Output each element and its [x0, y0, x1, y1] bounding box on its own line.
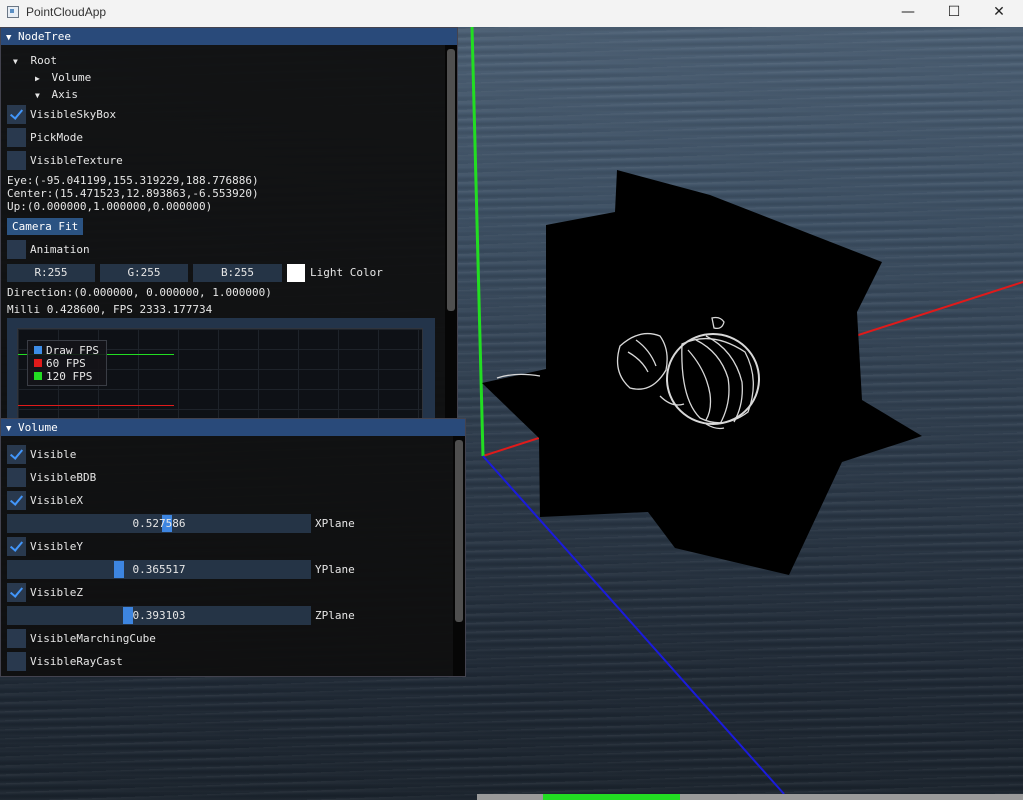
volume-slice-shape	[482, 170, 922, 575]
volume-titlebar[interactable]: ▼ Volume	[1, 419, 465, 436]
tree-node-root[interactable]: ▼ Root	[13, 52, 57, 70]
tree-node-label: Volume	[51, 71, 92, 84]
slider-value: 0.393103	[132, 609, 186, 622]
visible-y-checkbox[interactable]	[7, 537, 26, 556]
nodetree-scrollbar[interactable]	[445, 45, 457, 426]
tree-node-volume[interactable]: ▶ Volume	[35, 69, 91, 87]
legend-item: 60 FPS	[34, 357, 86, 370]
checkbox-label: PickMode	[30, 131, 83, 144]
nodetree-window[interactable]: ▼ NodeTree ▼ Root ▶ Volume ▼ Axis Visible…	[0, 27, 458, 427]
slider-value: 0.365517	[132, 563, 186, 576]
expand-arrow-icon: ▼	[13, 57, 18, 66]
checkbox-label: VisibleX	[30, 494, 83, 507]
checkbox-label: VisibleMarchingCube	[30, 632, 156, 645]
tree-node-label: Axis	[51, 88, 78, 101]
legend-item: 120 FPS	[34, 370, 92, 383]
camera-fit-button[interactable]: Camera Fit	[7, 218, 84, 235]
yplane-slider[interactable]: 0.365517	[7, 560, 311, 579]
tree-node-axis[interactable]: ▼ Axis	[35, 86, 78, 104]
eye-readout: Eye:(-95.041199,155.319229,188.776886)	[7, 174, 259, 187]
plot-legend: Draw FPS 60 FPS 120 FPS	[27, 340, 107, 386]
zplane-slider[interactable]: 0.393103	[7, 606, 311, 625]
nodetree-title: NodeTree	[18, 30, 71, 43]
visible-texture-checkbox[interactable]	[7, 151, 26, 170]
checkbox-label: VisibleBDB	[30, 471, 97, 484]
checkbox-label: VisibleTexture	[30, 154, 123, 167]
zplane-label: ZPlane	[315, 609, 355, 622]
taskbar-item	[680, 794, 1023, 800]
maximize-button[interactable]: ☐	[931, 0, 977, 26]
light-g-field[interactable]: G:255	[100, 264, 188, 282]
y-axis-line	[470, 27, 485, 457]
nodetree-titlebar[interactable]: ▼ NodeTree	[1, 28, 457, 45]
checkbox-label: VisibleRayCast	[30, 655, 123, 668]
yplane-label: YPlane	[315, 563, 355, 576]
taskbar-item	[477, 794, 543, 800]
legend-item: Draw FPS	[34, 344, 99, 357]
window-title: PointCloudApp	[26, 5, 107, 19]
checkbox-label: Visible	[30, 448, 77, 461]
volume-window[interactable]: ▼ Volume Visible VisibleBDB VisibleX 0.52…	[0, 418, 466, 677]
checkbox-label: VisibleZ	[30, 586, 83, 599]
checkbox-label: VisibleY	[30, 540, 83, 553]
volume-scrollbar[interactable]	[453, 436, 465, 676]
visible-bdb-checkbox[interactable]	[7, 468, 26, 487]
expand-arrow-icon: ▼	[35, 91, 40, 100]
app-icon	[7, 6, 19, 18]
line-60fps	[18, 405, 174, 406]
light-b-field[interactable]: B:255	[193, 264, 282, 282]
checkbox-label: VisibleSkyBox	[30, 108, 117, 121]
visible-raycast-checkbox[interactable]	[7, 652, 26, 671]
fps-plot[interactable]: Draw FPS 60 FPS 120 FPS	[7, 318, 435, 423]
slider-value: 0.527586	[132, 517, 186, 530]
tree-node-label: Root	[30, 54, 57, 67]
center-readout: Center:(15.471523,12.893863,-6.553920)	[7, 187, 259, 200]
light-color-swatch[interactable]	[287, 264, 305, 282]
direction-readout: Direction:(0.000000, 0.000000, 1.000000)	[7, 286, 272, 299]
visible-x-checkbox[interactable]	[7, 491, 26, 510]
visible-z-checkbox[interactable]	[7, 583, 26, 602]
window-titlebar[interactable]: PointCloudApp — ☐ ✕	[0, 0, 1023, 28]
collapse-arrow-icon[interactable]: ▼	[6, 30, 18, 47]
light-color-label: Light Color	[310, 266, 383, 279]
pick-mode-checkbox[interactable]	[7, 128, 26, 147]
light-r-field[interactable]: R:255	[7, 264, 95, 282]
visible-skybox-checkbox[interactable]	[7, 105, 26, 124]
close-button[interactable]: ✕	[976, 0, 1022, 26]
collapse-arrow-icon[interactable]: ▼	[6, 421, 18, 438]
minimize-button[interactable]: —	[885, 0, 931, 26]
xplane-slider[interactable]: 0.527586	[7, 514, 311, 533]
collapsed-arrow-icon: ▶	[35, 74, 40, 83]
up-readout: Up:(0.000000,1.000000,0.000000)	[7, 200, 213, 213]
taskbar-item-active	[543, 794, 680, 800]
scrollbar-grab[interactable]	[447, 49, 455, 311]
xplane-label: XPlane	[315, 517, 355, 530]
animation-checkbox[interactable]	[7, 240, 26, 259]
volume-title: Volume	[18, 421, 58, 434]
checkbox-label: Animation	[30, 243, 90, 256]
visible-marching-cube-checkbox[interactable]	[7, 629, 26, 648]
visible-checkbox[interactable]	[7, 445, 26, 464]
scrollbar-grab[interactable]	[455, 440, 463, 622]
fps-readout: Milli 0.428600, FPS 2333.177734	[7, 303, 213, 316]
